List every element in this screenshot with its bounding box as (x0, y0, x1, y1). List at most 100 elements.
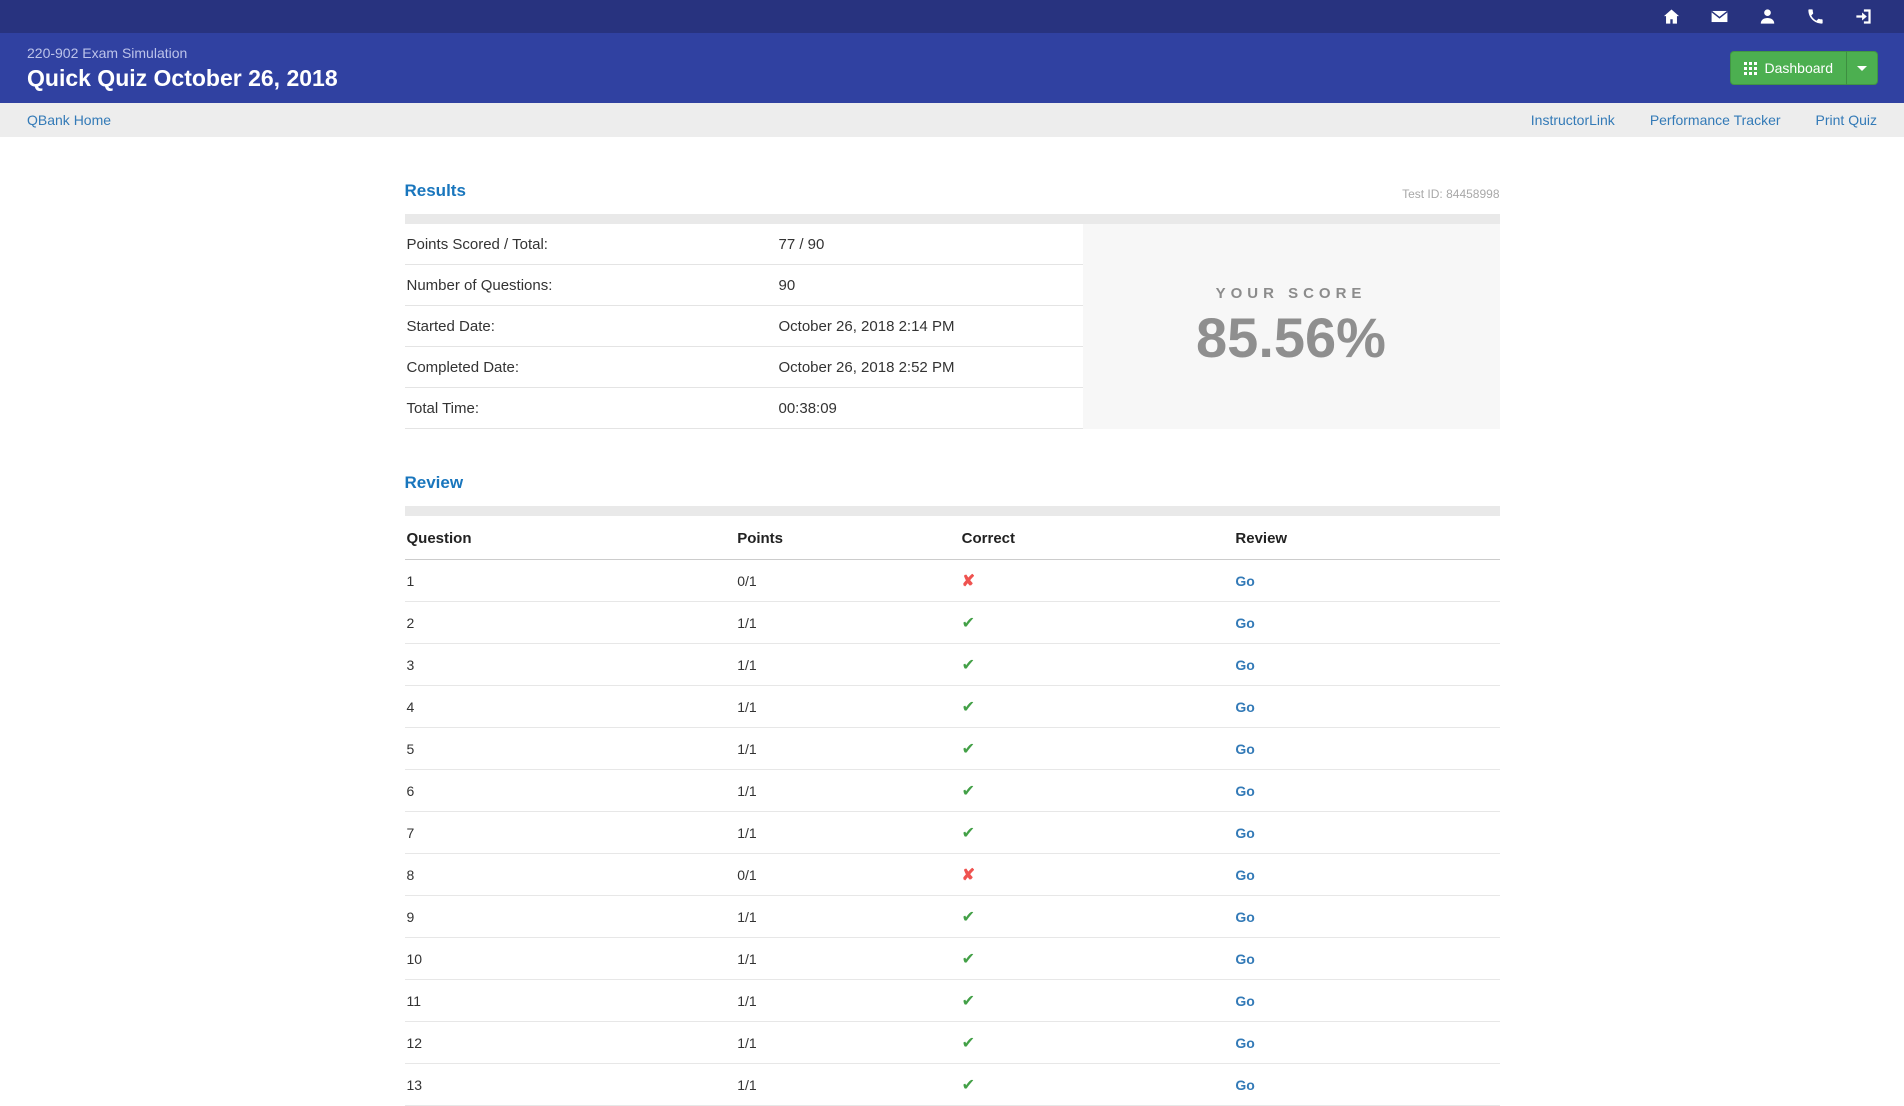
review-row: 5 1/1 ✔ Go (405, 728, 1500, 770)
score-value: 85.56% (1196, 309, 1386, 368)
question-number: 7 (405, 812, 736, 854)
result-label: Started Date: (405, 318, 779, 335)
results-section-head: Results Test ID: 84458998 (405, 181, 1500, 201)
review-table: Question Points Correct Review 1 0/1 ✘ G… (405, 516, 1500, 1106)
question-points: 1/1 (735, 938, 959, 980)
content: Results Test ID: 84458998 Points Scored … (405, 181, 1500, 1106)
go-link[interactable]: Go (1235, 993, 1254, 1009)
result-row: Points Scored / Total: 77 / 90 (405, 224, 1083, 265)
incorrect-cross-icon: ✘ (962, 573, 975, 590)
go-link[interactable]: Go (1235, 615, 1254, 631)
result-value: October 26, 2018 2:14 PM (779, 318, 1083, 335)
go-link[interactable]: Go (1235, 573, 1254, 589)
question-number: 2 (405, 602, 736, 644)
dashboard-button[interactable]: Dashboard (1730, 51, 1847, 85)
result-row: Started Date: October 26, 2018 2:14 PM (405, 306, 1083, 347)
review-row: 9 1/1 ✔ Go (405, 896, 1500, 938)
go-link[interactable]: Go (1235, 741, 1254, 757)
correct-check-icon: ✔ (962, 825, 975, 842)
question-number: 8 (405, 854, 736, 896)
exam-subtitle: 220-902 Exam Simulation (27, 45, 338, 61)
review-header-row: Question Points Correct Review (405, 516, 1500, 560)
review-table-body: 1 0/1 ✘ Go 2 1/1 ✔ Go 3 1/1 ✔ Go 4 1/1 ✔… (405, 560, 1500, 1106)
question-points: 1/1 (735, 812, 959, 854)
col-correct: Correct (960, 516, 1234, 560)
col-points: Points (735, 516, 959, 560)
go-link[interactable]: Go (1235, 951, 1254, 967)
home-icon[interactable] (1662, 7, 1681, 26)
review-row: 7 1/1 ✔ Go (405, 812, 1500, 854)
question-number: 9 (405, 896, 736, 938)
subnav: QBank Home InstructorLink Performance Tr… (0, 103, 1904, 137)
question-points: 1/1 (735, 980, 959, 1022)
correct-check-icon: ✔ (962, 783, 975, 800)
dashboard-button-group: Dashboard (1730, 51, 1879, 85)
question-points: 1/1 (735, 644, 959, 686)
nav-instructorlink[interactable]: InstructorLink (1531, 112, 1615, 128)
results-heading: Results (405, 181, 466, 201)
col-review: Review (1233, 516, 1499, 560)
question-number: 12 (405, 1022, 736, 1064)
question-number: 10 (405, 938, 736, 980)
incorrect-cross-icon: ✘ (962, 867, 975, 884)
page-title: Quick Quiz October 26, 2018 (27, 65, 338, 92)
topbar (0, 0, 1904, 33)
question-number: 4 (405, 686, 736, 728)
question-points: 1/1 (735, 896, 959, 938)
col-question: Question (405, 516, 736, 560)
review-row: 12 1/1 ✔ Go (405, 1022, 1500, 1064)
correct-check-icon: ✔ (962, 615, 975, 632)
question-points: 1/1 (735, 728, 959, 770)
review-heading: Review (405, 473, 464, 493)
question-number: 1 (405, 560, 736, 602)
results-summary: Points Scored / Total: 77 / 90 Number of… (405, 224, 1500, 429)
caret-down-icon (1857, 66, 1867, 71)
review-row: 2 1/1 ✔ Go (405, 602, 1500, 644)
question-number: 3 (405, 644, 736, 686)
question-number: 6 (405, 770, 736, 812)
question-points: 1/1 (735, 1022, 959, 1064)
result-row: Total Time: 00:38:09 (405, 388, 1083, 429)
dashboard-dropdown-toggle[interactable] (1846, 51, 1878, 85)
review-row: 6 1/1 ✔ Go (405, 770, 1500, 812)
go-link[interactable]: Go (1235, 825, 1254, 841)
result-value: 00:38:09 (779, 400, 1083, 417)
correct-check-icon: ✔ (962, 741, 975, 758)
nav-print-quiz[interactable]: Print Quiz (1816, 112, 1877, 128)
go-link[interactable]: Go (1235, 699, 1254, 715)
question-number: 5 (405, 728, 736, 770)
section-divider (405, 506, 1500, 516)
question-number: 11 (405, 980, 736, 1022)
result-value: 77 / 90 (779, 236, 1083, 253)
test-id: Test ID: 84458998 (1402, 187, 1499, 201)
review-section-head: Review (405, 473, 1500, 493)
result-label: Points Scored / Total: (405, 236, 779, 253)
correct-check-icon: ✔ (962, 699, 975, 716)
signout-icon[interactable] (1854, 7, 1873, 26)
result-row: Number of Questions: 90 (405, 265, 1083, 306)
go-link[interactable]: Go (1235, 657, 1254, 673)
results-table: Points Scored / Total: 77 / 90 Number of… (405, 224, 1083, 429)
go-link[interactable]: Go (1235, 783, 1254, 799)
phone-icon[interactable] (1806, 7, 1825, 26)
user-icon[interactable] (1758, 7, 1777, 26)
correct-check-icon: ✔ (962, 1077, 975, 1094)
nav-qbank-home[interactable]: QBank Home (27, 112, 111, 128)
nav-performance-tracker[interactable]: Performance Tracker (1650, 112, 1781, 128)
score-label: YOUR SCORE (1216, 285, 1367, 302)
question-points: 0/1 (735, 560, 959, 602)
go-link[interactable]: Go (1235, 867, 1254, 883)
dashboard-button-label: Dashboard (1765, 60, 1834, 76)
result-label: Completed Date: (405, 359, 779, 376)
section-divider (405, 214, 1500, 224)
mail-icon[interactable] (1710, 7, 1729, 26)
review-row: 8 0/1 ✘ Go (405, 854, 1500, 896)
review-row: 11 1/1 ✔ Go (405, 980, 1500, 1022)
review-row: 4 1/1 ✔ Go (405, 686, 1500, 728)
review-row: 3 1/1 ✔ Go (405, 644, 1500, 686)
go-link[interactable]: Go (1235, 1035, 1254, 1051)
page-header: 220-902 Exam Simulation Quick Quiz Octob… (0, 33, 1904, 103)
header-text: 220-902 Exam Simulation Quick Quiz Octob… (27, 45, 338, 92)
subnav-right: InstructorLink Performance Tracker Print… (1531, 112, 1877, 128)
go-link[interactable]: Go (1235, 909, 1254, 925)
